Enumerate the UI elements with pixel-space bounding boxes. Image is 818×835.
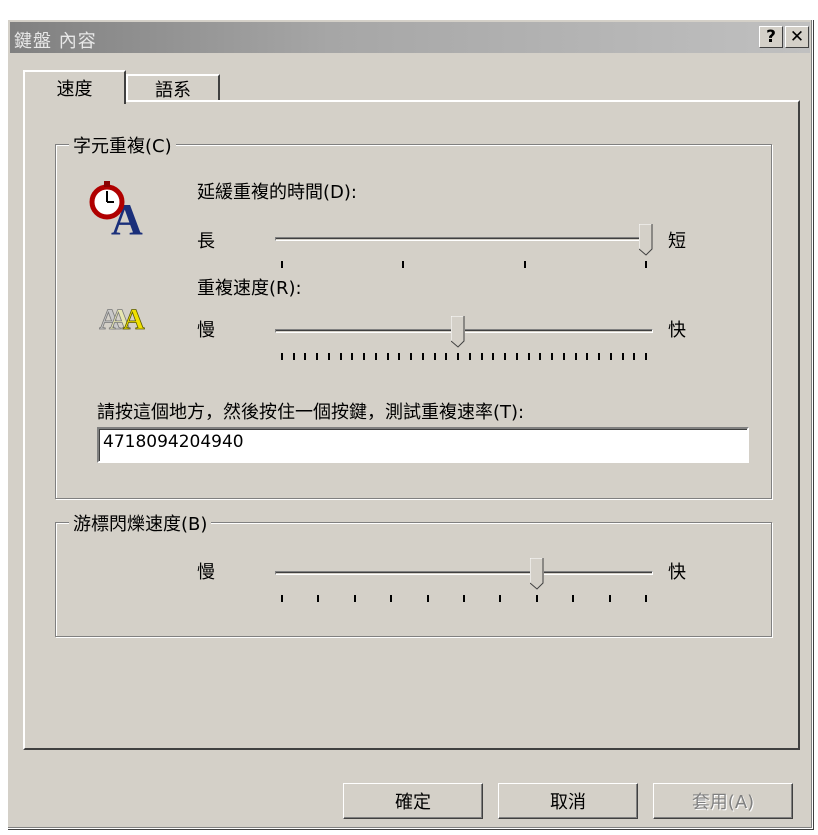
svg-text:A: A bbox=[123, 303, 145, 336]
help-button[interactable]: ? bbox=[759, 26, 783, 48]
slider-tick bbox=[645, 261, 647, 268]
slider-tick bbox=[445, 353, 448, 360]
slider-tick bbox=[608, 595, 611, 602]
slider-tick bbox=[523, 261, 526, 268]
slider-tick bbox=[551, 353, 554, 360]
slider-tick bbox=[351, 353, 354, 360]
slider-tick bbox=[304, 353, 307, 360]
slider-tick bbox=[317, 595, 320, 602]
slider-tick bbox=[572, 595, 575, 602]
cancel-button[interactable]: 取消 bbox=[498, 783, 638, 819]
repeat-test-input[interactable]: 4718094204940 bbox=[97, 427, 749, 463]
slider-tick bbox=[539, 353, 542, 360]
cursor-blink-slow-label: 慢 bbox=[197, 562, 215, 583]
apply-button[interactable]: 套用(A) bbox=[653, 783, 793, 819]
tab-panel-speed: 字元重複(C) A 延緩重複的時間(D): 長 短 A A A 重複速度(R):… bbox=[23, 100, 800, 750]
slider-tick bbox=[480, 353, 483, 360]
repeat-delay-label: 延緩重複的時間(D): bbox=[197, 182, 357, 203]
slider-tick bbox=[433, 353, 436, 360]
repeat-delay-thumb[interactable] bbox=[639, 224, 653, 256]
slider-tick bbox=[374, 353, 377, 360]
slider-tick bbox=[390, 595, 393, 602]
cursor-blink-slider[interactable] bbox=[275, 554, 653, 614]
slider-tick bbox=[339, 353, 342, 360]
char-repeat-group-label: 字元重複(C) bbox=[69, 132, 176, 158]
slider-tick bbox=[292, 353, 295, 360]
slider-tick bbox=[316, 353, 319, 360]
close-button[interactable]: ✕ bbox=[785, 26, 809, 48]
repeat-delay-long-label: 長 bbox=[197, 231, 215, 252]
slider-tick bbox=[492, 353, 495, 360]
tab-language-label: 語系 bbox=[155, 80, 191, 101]
repeat-delay-track bbox=[275, 237, 653, 241]
repeat-delay-ticks bbox=[281, 261, 647, 269]
cursor-blink-track bbox=[275, 571, 653, 575]
slider-tick bbox=[645, 595, 647, 602]
slider-tick bbox=[598, 353, 601, 360]
slider-tick bbox=[504, 353, 507, 360]
slider-tick bbox=[645, 353, 647, 360]
slider-tick bbox=[633, 353, 636, 360]
slider-tick bbox=[562, 353, 565, 360]
slider-tick bbox=[281, 595, 283, 602]
repeat-rate-thumb[interactable] bbox=[451, 316, 466, 348]
tab-language[interactable]: 語系 bbox=[126, 74, 220, 102]
slider-tick bbox=[398, 353, 401, 360]
slider-tick bbox=[327, 353, 330, 360]
slider-tick bbox=[527, 353, 530, 360]
slider-tick bbox=[457, 353, 460, 360]
slider-tick bbox=[574, 353, 577, 360]
slider-tick bbox=[609, 353, 612, 360]
tab-speed-label: 速度 bbox=[56, 79, 93, 100]
slider-tick bbox=[586, 353, 589, 360]
repeat-rate-label: 重複速度(R): bbox=[197, 278, 302, 299]
repeat-delay-slider[interactable] bbox=[275, 220, 653, 280]
repeat-rate-fast-label: 快 bbox=[668, 320, 686, 341]
repeat-rate-slow-label: 慢 bbox=[197, 320, 215, 341]
slider-tick bbox=[499, 595, 502, 602]
slider-tick bbox=[386, 353, 389, 360]
slider-tick bbox=[363, 353, 366, 360]
slider-tick bbox=[515, 353, 518, 360]
repeat-rate-ticks bbox=[281, 353, 647, 361]
ok-button[interactable]: 確定 bbox=[343, 783, 483, 819]
title-bar[interactable]: 鍵盤 內容 ? ✕ bbox=[10, 22, 810, 53]
slider-tick bbox=[621, 353, 624, 360]
slider-tick bbox=[410, 353, 413, 360]
slider-tick bbox=[463, 595, 465, 602]
keyboard-properties-window: 鍵盤 內容 ? ✕ 速度 語系 字元重複(C) A 延緩重複的時間(D): 長 … bbox=[7, 19, 813, 829]
cursor-blink-group-label: 游標閃爍速度(B) bbox=[69, 510, 212, 536]
window-title: 鍵盤 內容 bbox=[14, 31, 97, 52]
slider-tick bbox=[281, 261, 283, 268]
slider-tick bbox=[353, 595, 356, 602]
cursor-blink-fast-label: 快 bbox=[668, 562, 686, 583]
slider-tick bbox=[421, 353, 424, 360]
repeat-delay-short-label: 短 bbox=[668, 231, 686, 252]
repeat-test-label: 請按這個地方，然後按住一個按鍵，測試重複速率(T): bbox=[97, 402, 525, 423]
cursor-blink-ticks bbox=[281, 595, 647, 603]
slider-tick bbox=[402, 261, 405, 268]
repeat-rate-icon: A A A bbox=[99, 297, 169, 337]
slider-tick bbox=[535, 595, 538, 602]
slider-tick bbox=[468, 353, 471, 360]
cursor-blink-thumb[interactable] bbox=[529, 558, 544, 590]
tab-speed[interactable]: 速度 bbox=[23, 70, 126, 104]
repeat-delay-icon: A bbox=[85, 178, 145, 244]
repeat-rate-slider[interactable] bbox=[275, 312, 653, 372]
slider-tick bbox=[426, 595, 429, 602]
slider-tick bbox=[281, 353, 283, 360]
